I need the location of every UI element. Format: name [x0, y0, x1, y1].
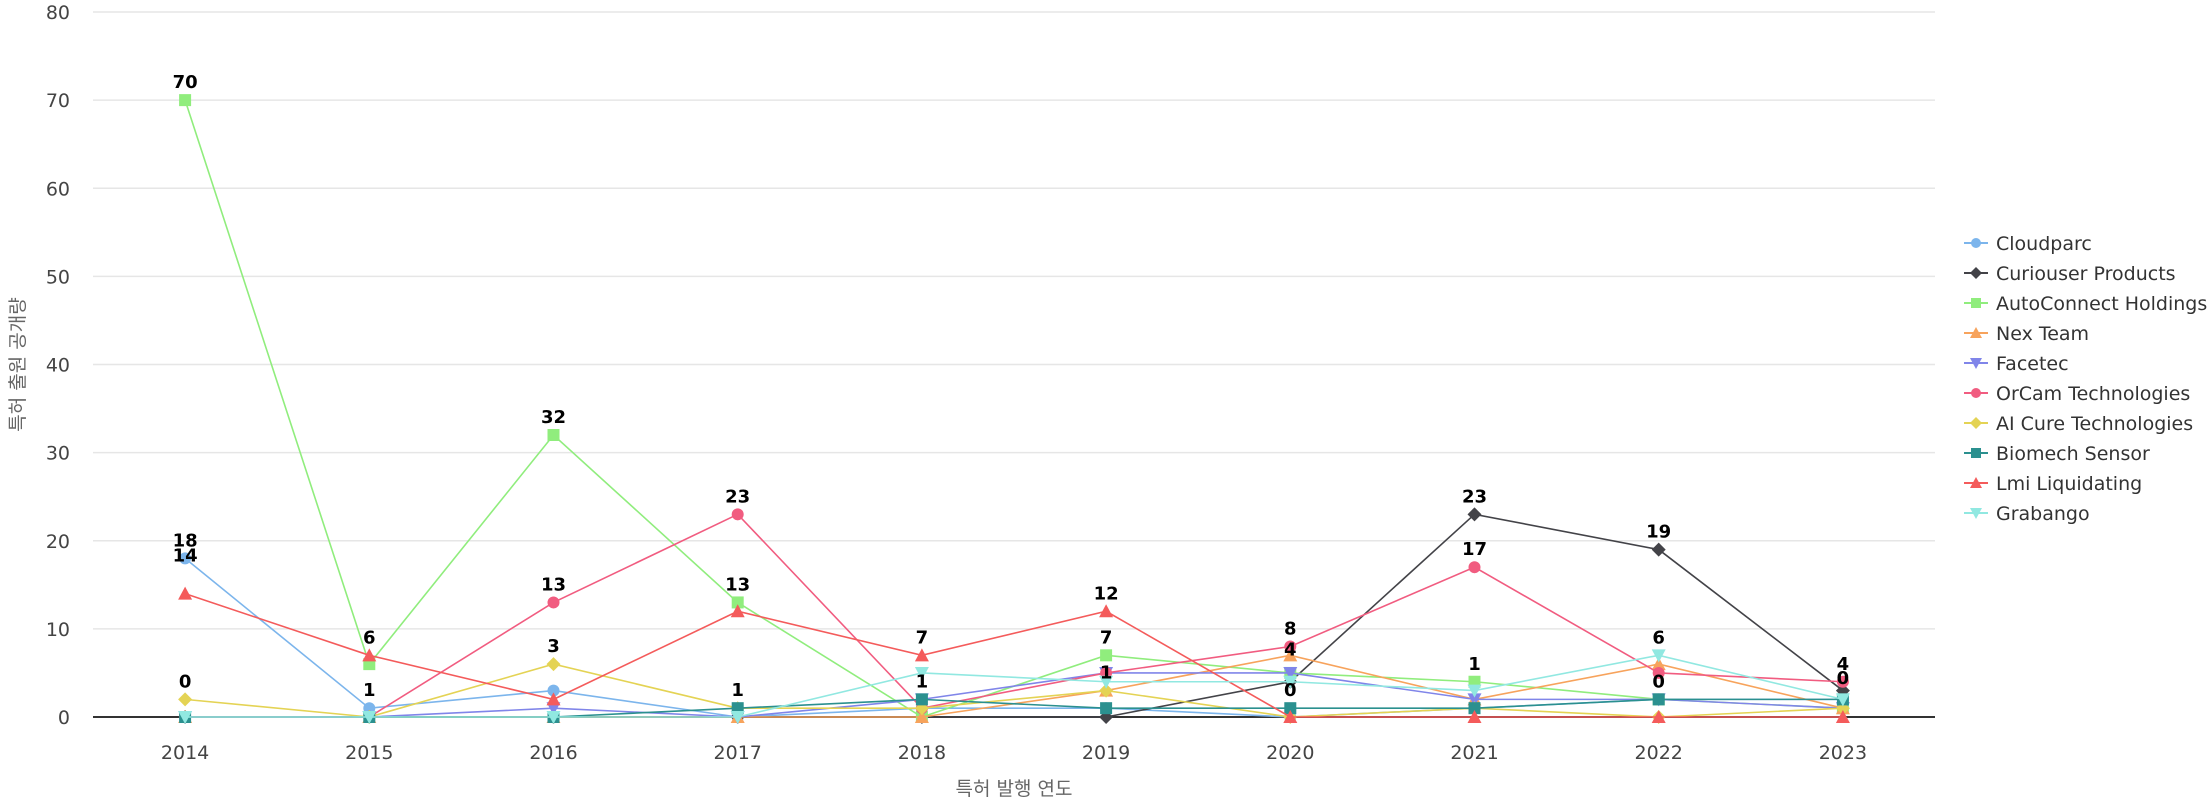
data-label: 7 [1100, 627, 1113, 648]
data-label: 12 [1094, 583, 1119, 604]
data-label: 17 [1462, 539, 1487, 560]
data-label: 70 [173, 72, 198, 93]
data-point [1468, 561, 1481, 574]
x-axis-title: 특허 발행 연도 [956, 778, 1073, 800]
y-tick-label: 10 [46, 619, 70, 641]
x-tick-label: 2023 [1819, 742, 1867, 764]
data-label: 19 [1646, 522, 1671, 543]
legend-marker-icon [1971, 388, 1981, 398]
data-label: 13 [725, 574, 750, 595]
data-label: 1 [916, 671, 929, 692]
legend-label: AI Cure Technologies [1996, 413, 2193, 435]
data-label: 0 [1837, 668, 1850, 689]
data-point [546, 657, 561, 672]
legend-item[interactable]: AI Cure Technologies [1964, 413, 2193, 435]
y-axis-title: 특허 출원 공개량 [7, 297, 29, 431]
data-label: 13 [541, 574, 566, 595]
legend-item[interactable]: Cloudparc [1964, 233, 2092, 255]
y-tick-label: 0 [58, 707, 70, 729]
data-point [1099, 604, 1114, 618]
x-tick-label: 2019 [1082, 742, 1130, 764]
y-tick-label: 80 [46, 2, 70, 24]
x-tick-label: 2022 [1635, 742, 1683, 764]
data-label: 23 [725, 486, 750, 507]
data-point [1100, 649, 1113, 662]
legend-marker-icon [1971, 238, 1981, 248]
y-tick-label: 20 [46, 531, 70, 553]
legend-item[interactable]: Biomech Sensor [1964, 443, 2150, 465]
legend-marker-icon [1970, 267, 1982, 279]
data-label: 23 [1462, 486, 1487, 507]
legend-label: OrCam Technologies [1996, 383, 2190, 405]
legend-item[interactable]: Curiouser Products [1964, 263, 2176, 285]
legend-marker-icon [1970, 417, 1982, 429]
data-label: 1 [1468, 654, 1481, 675]
legend-item[interactable]: Grabango [1964, 503, 2090, 525]
y-tick-label: 50 [46, 266, 70, 288]
data-labels: 701814061321332313171127184023171196040 [173, 72, 1850, 701]
data-point [915, 693, 928, 706]
legend-label: AutoConnect Holdings [1996, 293, 2207, 315]
legend-label: Curiouser Products [1996, 263, 2176, 285]
x-tick-label: 2017 [714, 742, 762, 764]
data-label: 6 [363, 627, 376, 648]
data-label: 32 [541, 407, 566, 428]
legend-item[interactable]: AutoConnect Holdings [1964, 293, 2207, 315]
legend-label: Cloudparc [1996, 233, 2092, 255]
y-tick-label: 70 [46, 90, 70, 112]
legend-label: Grabango [1996, 503, 2090, 525]
data-point [178, 692, 193, 707]
data-label: 8 [1284, 619, 1297, 640]
data-label: 1 [731, 680, 744, 701]
y-tick-label: 30 [46, 443, 70, 465]
x-axis-ticks: 2014 2015 2016 2017 2018 2019 2020 2021 2022 2023 [161, 742, 1867, 764]
x-tick-label: 2016 [529, 742, 577, 764]
x-tick-label: 2021 [1450, 742, 1498, 764]
x-tick-label: 2018 [898, 742, 946, 764]
data-label: 14 [173, 545, 198, 566]
data-point [1651, 542, 1666, 557]
y-tick-label: 40 [46, 355, 70, 377]
data-label: 0 [179, 671, 192, 692]
data-point [178, 586, 193, 600]
data-label: 6 [1652, 627, 1665, 648]
data-point [731, 508, 744, 521]
legend-item[interactable]: Facetec [1964, 353, 2069, 375]
x-tick-label: 2020 [1266, 742, 1314, 764]
x-tick-label: 2014 [161, 742, 209, 764]
series-line [184, 99, 1843, 718]
data-label: 0 [1652, 671, 1665, 692]
legend-item[interactable]: Lmi Liquidating [1964, 473, 2142, 495]
legend-item[interactable]: OrCam Technologies [1964, 383, 2190, 405]
line-chart: 01020304050607080 2014 2015 2016 2017 2018 20… [7, 2, 2207, 800]
x-tick-label: 2015 [345, 742, 393, 764]
data-point [1652, 693, 1665, 706]
data-label: 7 [916, 627, 929, 648]
data-point [547, 596, 560, 609]
data-point [1100, 702, 1113, 715]
y-axis-ticks: 0 10 20 30 40 50 60 70 80 [46, 2, 70, 729]
legend: Cloudparc Curiouser Products AutoConnect H… [1964, 233, 2207, 525]
legend-item[interactable]: Nex Team [1964, 323, 2089, 345]
data-label: 0 [1284, 680, 1297, 701]
data-label: 4 [1284, 640, 1297, 661]
legend-label: Lmi Liquidating [1996, 473, 2142, 495]
legend-label: Biomech Sensor [1996, 443, 2150, 465]
series-line [185, 672, 1843, 718]
legend-label: Facetec [1996, 353, 2069, 375]
legend-label: Nex Team [1996, 323, 2089, 345]
y-tick-label: 60 [46, 178, 70, 200]
legend-marker-icon [1971, 448, 1981, 458]
data-label: 1 [1100, 663, 1113, 684]
legend-marker-icon [1971, 298, 1981, 308]
data-label: 3 [547, 636, 560, 657]
data-point [547, 429, 560, 441]
data-point [179, 94, 192, 107]
series-curiouser-products [178, 507, 1850, 724]
data-label: 1 [363, 680, 376, 701]
